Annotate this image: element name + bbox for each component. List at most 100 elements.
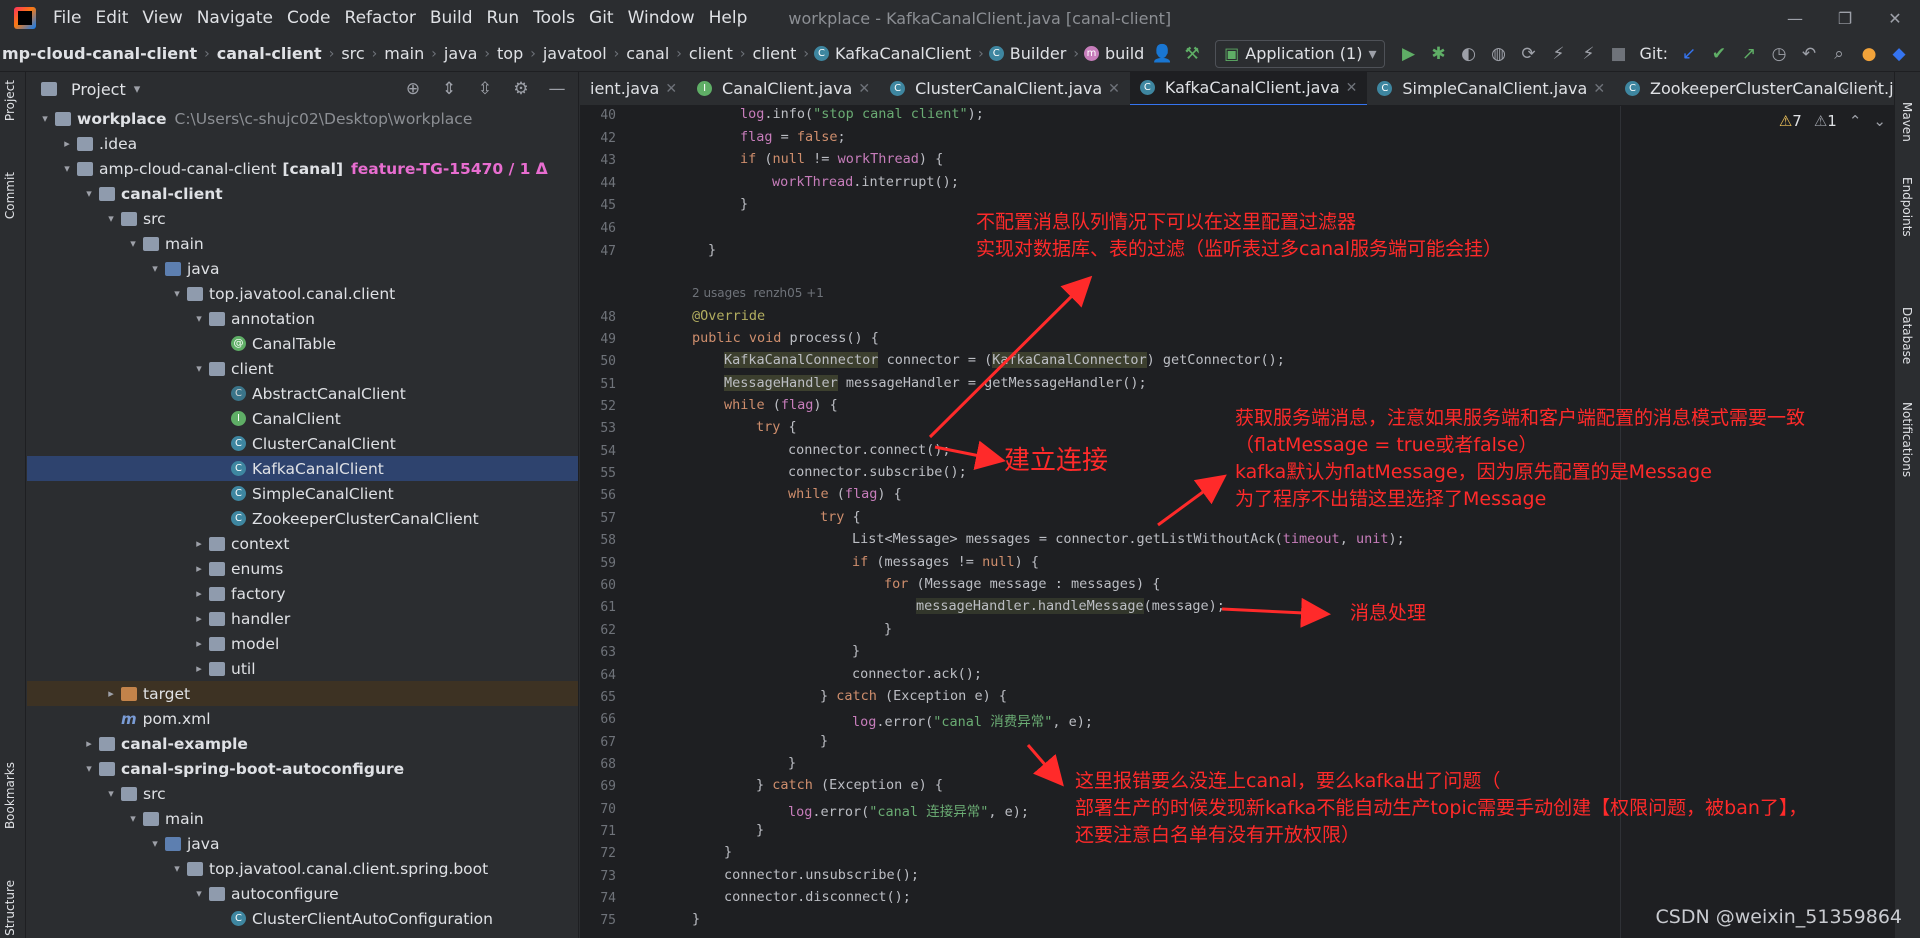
menu-help[interactable]: Help bbox=[702, 8, 755, 28]
breadcrumb-item[interactable]: build bbox=[1103, 44, 1146, 63]
expand-arrow-icon[interactable]: ▾ bbox=[125, 237, 141, 250]
endpoints-tool-tab[interactable]: Endpoints bbox=[1900, 177, 1914, 237]
menu-window[interactable]: Window bbox=[621, 8, 702, 28]
tree-item[interactable]: C KafkaCanalClient bbox=[27, 456, 578, 481]
close-icon[interactable]: ✕ bbox=[858, 81, 870, 97]
tree-item[interactable]: ▸ context bbox=[27, 531, 578, 556]
run-more-icon[interactable]: ⟳ bbox=[1513, 40, 1543, 68]
breadcrumb-item[interactable]: canal bbox=[624, 44, 671, 63]
debug-icon[interactable]: ✱ bbox=[1423, 40, 1453, 68]
close-icon[interactable]: ✕ bbox=[1870, 9, 1920, 28]
expand-all-icon[interactable]: ⇕ bbox=[434, 75, 464, 103]
breadcrumb-item[interactable]: mp-cloud-canal-client bbox=[0, 44, 199, 63]
expand-arrow-icon[interactable]: ▸ bbox=[191, 637, 207, 650]
breadcrumb-item[interactable]: client bbox=[750, 44, 798, 63]
search-icon[interactable]: ⌕ bbox=[1824, 40, 1854, 68]
close-icon[interactable]: ✕ bbox=[665, 81, 677, 97]
expand-arrow-icon[interactable]: ▾ bbox=[147, 262, 163, 275]
breadcrumb-item[interactable]: Builder bbox=[1008, 44, 1069, 63]
collapse-all-icon[interactable]: ⇳ bbox=[470, 75, 500, 103]
menu-file[interactable]: File bbox=[46, 8, 88, 28]
editor-tab[interactable]: I CanalClient.java ✕ bbox=[687, 72, 880, 105]
git-update-icon[interactable]: ↙ bbox=[1674, 40, 1704, 68]
expand-arrow-icon[interactable]: ▾ bbox=[191, 887, 207, 900]
tree-item[interactable]: ▸ enums bbox=[27, 556, 578, 581]
tree-item[interactable]: ▸ model bbox=[27, 631, 578, 656]
updates-icon[interactable]: ● bbox=[1854, 40, 1884, 68]
stop-icon[interactable]: ■ bbox=[1603, 40, 1633, 68]
expand-arrow-icon[interactable]: ▸ bbox=[103, 687, 119, 700]
tree-item[interactable]: ▾ annotation bbox=[27, 306, 578, 331]
jetbrains-icon[interactable]: ◆ bbox=[1884, 40, 1914, 68]
expand-arrow-icon[interactable]: ▾ bbox=[103, 787, 119, 800]
tree-item[interactable]: ▾ top.javatool.canal.client bbox=[27, 281, 578, 306]
menu-edit[interactable]: Edit bbox=[88, 8, 135, 28]
tree-item[interactable]: C ClusterClientAutoConfiguration bbox=[27, 906, 578, 931]
expand-arrow-icon[interactable]: ▾ bbox=[147, 837, 163, 850]
chevron-down-icon[interactable]: ⌄ bbox=[1873, 112, 1886, 130]
tree-item[interactable]: ▾ canal-spring-boot-autoconfigure bbox=[27, 756, 578, 781]
bookmarks-tool-tab[interactable]: Bookmarks bbox=[3, 762, 17, 829]
expand-arrow-icon[interactable]: ▾ bbox=[59, 162, 75, 175]
tree-item[interactable]: ▾ main bbox=[27, 231, 578, 256]
tree-item[interactable]: C ClusterCanalClient bbox=[27, 431, 578, 456]
expand-arrow-icon[interactable]: ▾ bbox=[81, 187, 97, 200]
tree-item[interactable]: ▸ handler bbox=[27, 606, 578, 631]
tree-item[interactable]: ▾ client bbox=[27, 356, 578, 381]
breadcrumb-item[interactable]: javatool bbox=[541, 44, 609, 63]
structure-tool-tab[interactable]: Structure bbox=[3, 880, 17, 936]
menu-run[interactable]: Run bbox=[480, 8, 527, 28]
tree-item[interactable]: ▸ util bbox=[27, 656, 578, 681]
menu-navigate[interactable]: Navigate bbox=[190, 8, 280, 28]
expand-arrow-icon[interactable]: ▾ bbox=[191, 362, 207, 375]
menu-code[interactable]: Code bbox=[280, 8, 338, 28]
expand-arrow-icon[interactable]: ▾ bbox=[81, 762, 97, 775]
usages-hint[interactable]: 2 usages renzh05 +1 bbox=[692, 286, 824, 308]
menu-build[interactable]: Build bbox=[423, 8, 480, 28]
expand-arrow-icon[interactable]: ▾ bbox=[103, 212, 119, 225]
tree-item[interactable]: ▾ top.javatool.canal.client.spring.boot bbox=[27, 856, 578, 881]
tree-item[interactable]: ▾ java bbox=[27, 831, 578, 856]
expand-arrow-icon[interactable]: ▸ bbox=[191, 537, 207, 550]
menu-view[interactable]: View bbox=[135, 8, 189, 28]
breadcrumb-item[interactable]: KafkaCanalClient bbox=[833, 44, 973, 63]
chevron-up-icon[interactable]: ⌃ bbox=[1849, 112, 1862, 130]
tree-item[interactable]: ▸ .idea bbox=[27, 131, 578, 156]
coverage-icon[interactable]: ◐ bbox=[1453, 40, 1483, 68]
tree-item[interactable]: ▾ src bbox=[27, 781, 578, 806]
tabs-dropdown-icon[interactable]: ⌄ bbox=[1839, 77, 1852, 96]
breadcrumb-item[interactable]: src bbox=[339, 44, 366, 63]
tree-item[interactable]: ▾ main bbox=[27, 806, 578, 831]
tree-item[interactable]: ▾ src bbox=[27, 206, 578, 231]
user-icon[interactable]: 👤 bbox=[1147, 40, 1177, 68]
git-push-icon[interactable]: ↗ bbox=[1734, 40, 1764, 68]
tree-item[interactable]: ▸ canal-example bbox=[27, 731, 578, 756]
menu-git[interactable]: Git bbox=[582, 8, 621, 28]
expand-arrow-icon[interactable]: ▸ bbox=[81, 737, 97, 750]
inspection-widget[interactable]: ⚠7 ⚠1 ⌃ ⌄ bbox=[1779, 112, 1886, 130]
expand-arrow-icon[interactable]: ▸ bbox=[191, 612, 207, 625]
editor-tab[interactable]: C KafkaCanalClient.java ✕ bbox=[1129, 72, 1368, 105]
breadcrumb-item[interactable]: java bbox=[442, 44, 480, 63]
tree-item[interactable]: ▾ java bbox=[27, 256, 578, 281]
tree-item[interactable]: ▾ autoconfigure bbox=[27, 881, 578, 906]
maven-tool-tab[interactable]: Maven bbox=[1900, 102, 1914, 142]
more-icon[interactable]: ⋮ bbox=[1868, 77, 1884, 96]
git-commit-icon[interactable]: ✔ bbox=[1704, 40, 1734, 68]
expand-arrow-icon[interactable]: ▸ bbox=[191, 662, 207, 675]
commit-tool-tab[interactable]: Commit bbox=[3, 172, 17, 219]
tree-item[interactable]: ▸ factory bbox=[27, 581, 578, 606]
tree-item[interactable]: C ZookeeperClusterCanalClient bbox=[27, 506, 578, 531]
tree-item[interactable]: C SimpleCanalClient bbox=[27, 481, 578, 506]
expand-arrow-icon[interactable]: ▾ bbox=[191, 312, 207, 325]
tree-item[interactable]: ▾ canal-client bbox=[27, 181, 578, 206]
expand-arrow-icon[interactable]: ▸ bbox=[59, 137, 75, 150]
expand-arrow-icon[interactable]: ▾ bbox=[125, 812, 141, 825]
hide-icon[interactable]: — bbox=[542, 75, 572, 103]
editor-tab[interactable]: ient.java ✕ bbox=[580, 72, 687, 105]
tree-item[interactable]: ▾ workplace C:\Users\c-shujc02\Desktop\wor… bbox=[27, 106, 578, 131]
restore-icon[interactable]: ❐ bbox=[1820, 9, 1870, 28]
tree-item[interactable]: @ CanalTable bbox=[27, 331, 578, 356]
database-tool-tab[interactable]: Database bbox=[1900, 307, 1914, 364]
profile-icon[interactable]: ◍ bbox=[1483, 40, 1513, 68]
